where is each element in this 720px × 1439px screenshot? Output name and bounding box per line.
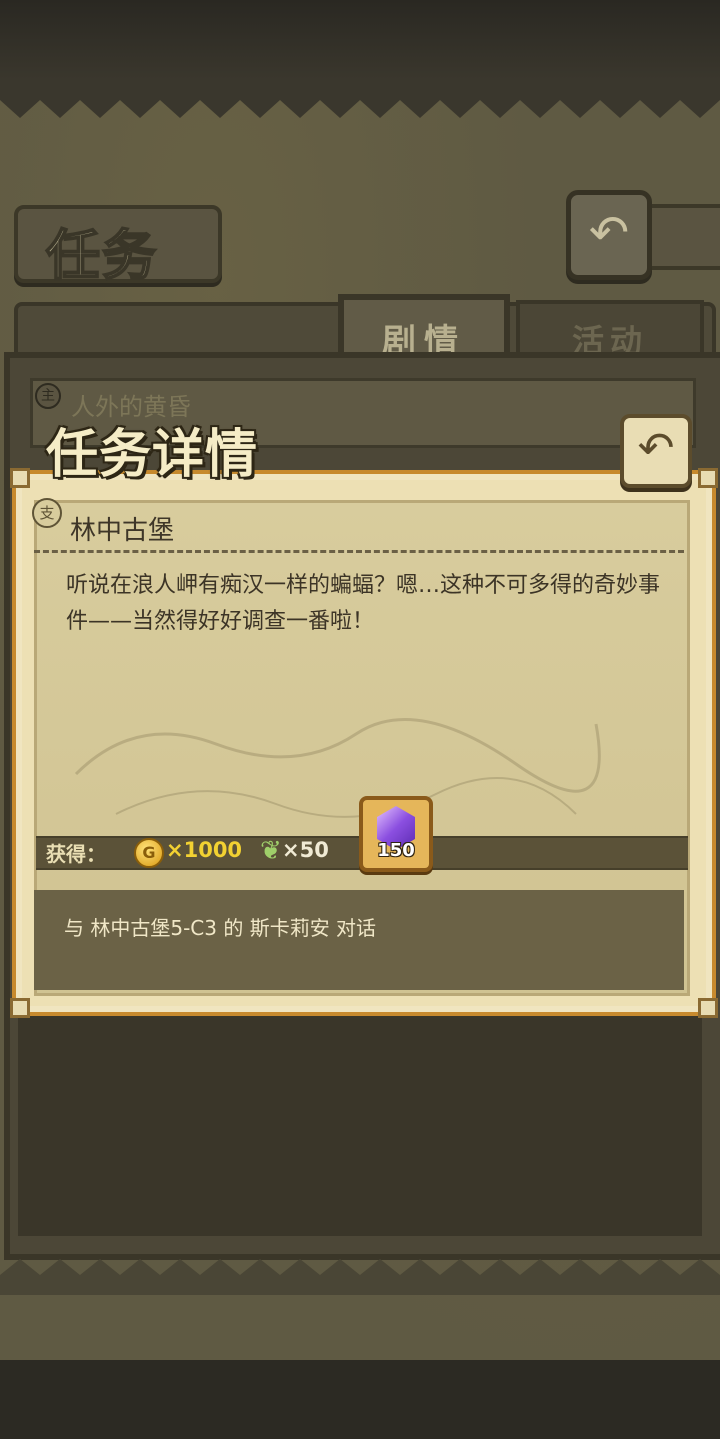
quest-description: 听说在浪人岬有痴汉一样的蝙蝠？嗯…这种不可多得的奇妙事件——当然得好好调查一番啦… <box>66 573 661 634</box>
torn-edge-bottom <box>0 1259 720 1295</box>
quest-objective: 与 林中古堡5-C3 的 斯卡莉安 对话 <box>64 916 377 940</box>
back-arrow-icon[interactable]: ↶ <box>566 190 652 280</box>
feather-icon: ❦ <box>260 836 282 866</box>
dialog-corner-decoration <box>698 998 718 1018</box>
crystal-reward-item[interactable]: 150 <box>359 796 433 872</box>
reward-label: 获得： <box>46 842 106 866</box>
page-title: 任务 <box>14 205 222 288</box>
crystal-reward-count: 150 <box>377 840 415 861</box>
gold-reward-amount: ×1000 <box>166 838 243 862</box>
feather-reward-amount: ×50 <box>282 838 329 862</box>
dialog-corner-decoration <box>698 468 718 488</box>
page-title-text: 任务 <box>45 223 158 288</box>
dialog-corner-decoration <box>10 468 30 488</box>
dialog-corner-decoration <box>10 998 30 1018</box>
map-watermark <box>74 717 601 818</box>
quest-list-empty-area <box>18 1010 702 1236</box>
main-quest-badge-icon: 主 <box>35 383 61 409</box>
quest-detail-dialog: 支 林中古堡 听说在浪人岬有痴汉一样的蝙蝠？嗯…这种不可多得的奇妙事件——当然得… <box>10 468 718 1018</box>
back-button[interactable]: ↶ <box>566 190 720 280</box>
detail-title: 任务详情 <box>46 425 259 485</box>
gold-coin-icon: G <box>134 838 164 868</box>
top-bar <box>0 0 720 80</box>
quest-name: 林中古堡 <box>70 516 175 546</box>
detail-back-button[interactable]: ↶ <box>620 414 692 488</box>
side-quest-badge-icon: 支 <box>32 498 62 528</box>
bottom-bar <box>0 1360 720 1439</box>
torn-edge-top <box>0 80 720 118</box>
